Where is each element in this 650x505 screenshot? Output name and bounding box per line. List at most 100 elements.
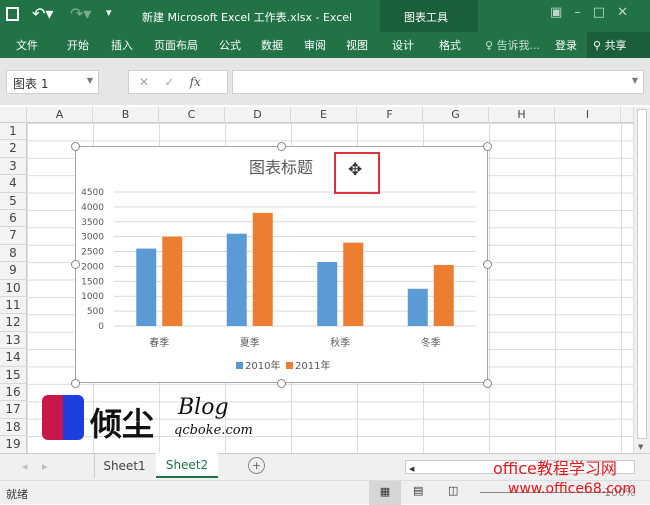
row-header[interactable]: 12: [0, 314, 27, 332]
bar-2010年-春季[interactable]: [136, 248, 157, 326]
resize-handle-t[interactable]: [277, 142, 286, 151]
row-header[interactable]: 10: [0, 279, 27, 297]
tab-file[interactable]: 文件: [16, 37, 38, 53]
column-header[interactable]: G: [423, 107, 489, 123]
bar-2011年-秋季[interactable]: [343, 242, 364, 326]
share-button[interactable]: ⚲ 共享: [587, 32, 650, 58]
select-all[interactable]: [0, 107, 27, 123]
tell-me[interactable]: ♀ 告诉我...: [485, 37, 540, 53]
undo-icon[interactable]: ↶▾: [32, 4, 53, 23]
prev-sheet-icon[interactable]: ◂: [22, 460, 28, 473]
chart[interactable]: 图表标题 0 500 1000 1500 2000 2500 3000 3500 4000 4500…: [75, 146, 488, 383]
bar-2010年-冬季[interactable]: [407, 288, 428, 326]
tab-insert[interactable]: 插入: [111, 37, 133, 53]
chart-title[interactable]: 图表标题: [249, 158, 313, 177]
tab-page-layout[interactable]: 页面布局: [154, 37, 198, 53]
next-sheet-icon[interactable]: ▸: [42, 460, 48, 473]
page-layout-icon[interactable]: ▤: [413, 484, 423, 497]
tab-data[interactable]: 数据: [261, 37, 283, 53]
login-button[interactable]: 登录: [555, 37, 577, 53]
cancel-icon[interactable]: ✕: [139, 75, 149, 89]
scroll-down-icon[interactable]: ▼: [638, 443, 643, 451]
row-header[interactable]: 8: [0, 244, 27, 263]
bar-2011年-春季[interactable]: [162, 236, 183, 326]
row-header[interactable]: 15: [0, 366, 27, 384]
formula-input[interactable]: ▼: [232, 70, 644, 94]
bar-2010年-夏季[interactable]: [226, 233, 247, 326]
column-header[interactable]: E: [291, 107, 357, 123]
resize-handle-br[interactable]: [483, 379, 492, 388]
resize-handle-tl[interactable]: [71, 142, 80, 151]
row-header[interactable]: 19: [0, 436, 27, 454]
row-header[interactable]: 3: [0, 157, 27, 176]
row-header[interactable]: 17: [0, 401, 27, 419]
redo-icon[interactable]: ↷▾: [70, 4, 91, 23]
resize-handle-l[interactable]: [71, 260, 80, 269]
column-header[interactable]: F: [357, 107, 423, 123]
row-header[interactable]: 2: [0, 140, 27, 158]
enter-icon[interactable]: ✓: [164, 75, 174, 89]
legend-label[interactable]: 2011年: [295, 359, 330, 372]
resize-handle-tr[interactable]: [483, 142, 492, 151]
y-tick-label: 0: [98, 322, 104, 332]
window-controls[interactable]: ▣–□✕: [550, 5, 640, 20]
y-tick-label: 1500: [81, 277, 104, 287]
expand-icon[interactable]: ▼: [632, 76, 638, 85]
tab-formulas[interactable]: 公式: [219, 37, 241, 53]
row-header[interactable]: 16: [0, 384, 27, 402]
sheet-tab-sheet1[interactable]: Sheet1: [94, 454, 154, 478]
customize-icon[interactable]: ▾: [106, 6, 112, 19]
row-header[interactable]: 13: [0, 331, 27, 350]
y-tick-label: 4500: [81, 188, 104, 198]
resize-handle-bl[interactable]: [71, 379, 80, 388]
row-header[interactable]: 6: [0, 210, 27, 228]
normal-view-icon[interactable]: ▦: [369, 481, 401, 505]
row-header[interactable]: 18: [0, 418, 27, 437]
row-header[interactable]: 7: [0, 227, 27, 245]
column-header[interactable]: I: [555, 107, 621, 123]
tab-view[interactable]: 视图: [346, 37, 368, 53]
bar-2011年-夏季[interactable]: [252, 212, 273, 326]
name-box[interactable]: 图表 1 ▼: [6, 70, 99, 94]
x-tick-label: 秋季: [330, 336, 350, 349]
site-watermark: office教程学习网: [493, 459, 617, 478]
bar-2011年-冬季[interactable]: [433, 264, 454, 326]
column-header[interactable]: D: [225, 107, 291, 123]
row-header[interactable]: 11: [0, 297, 27, 315]
save-icon[interactable]: [6, 7, 19, 21]
status-bar: 就绪 ▦ ▤ ◫ 100% www.office68.com: [0, 480, 650, 505]
fx-icon[interactable]: fx: [190, 75, 201, 89]
scroll-thumb[interactable]: [637, 109, 647, 439]
tab-design[interactable]: 设计: [392, 37, 414, 53]
row-header[interactable]: 1: [0, 123, 27, 141]
y-tick-label: 500: [87, 307, 104, 317]
row-header[interactable]: 5: [0, 192, 27, 210]
row-header[interactable]: 9: [0, 262, 27, 280]
column-header[interactable]: B: [93, 107, 159, 123]
column-header[interactable]: A: [27, 107, 93, 123]
x-tick-label: 冬季: [421, 336, 441, 349]
add-sheet-icon[interactable]: +: [248, 457, 265, 474]
row-header[interactable]: 14: [0, 349, 27, 367]
y-tick-label: 3000: [81, 233, 104, 243]
bar-2010年-秋季[interactable]: [317, 261, 338, 326]
resize-handle-b[interactable]: [277, 379, 286, 388]
move-cursor-icon: ✥: [348, 160, 363, 180]
sheet-tab-sheet2[interactable]: Sheet2: [156, 453, 218, 478]
blog-name: 倾尘: [90, 405, 155, 443]
vertical-scrollbar[interactable]: ▼: [633, 107, 650, 453]
scroll-left-icon[interactable]: ◀: [406, 465, 414, 473]
sheet-tab-bar: ◂ ▸ Sheet1 Sheet2 + ◀ office教程学习网: [0, 453, 650, 480]
row-header[interactable]: 4: [0, 175, 27, 193]
tab-home[interactable]: 开始: [67, 37, 89, 53]
legend-label[interactable]: 2010年: [245, 359, 280, 372]
tab-review[interactable]: 审阅: [304, 37, 326, 53]
tab-format[interactable]: 格式: [439, 37, 461, 53]
column-header[interactable]: C: [159, 107, 225, 123]
page-break-icon[interactable]: ◫: [448, 484, 458, 497]
y-tick-label: 3500: [81, 218, 104, 228]
status-ready: 就绪: [6, 488, 28, 501]
column-header[interactable]: H: [489, 107, 555, 123]
y-tick-label: 4000: [81, 203, 104, 213]
resize-handle-r[interactable]: [483, 260, 492, 269]
